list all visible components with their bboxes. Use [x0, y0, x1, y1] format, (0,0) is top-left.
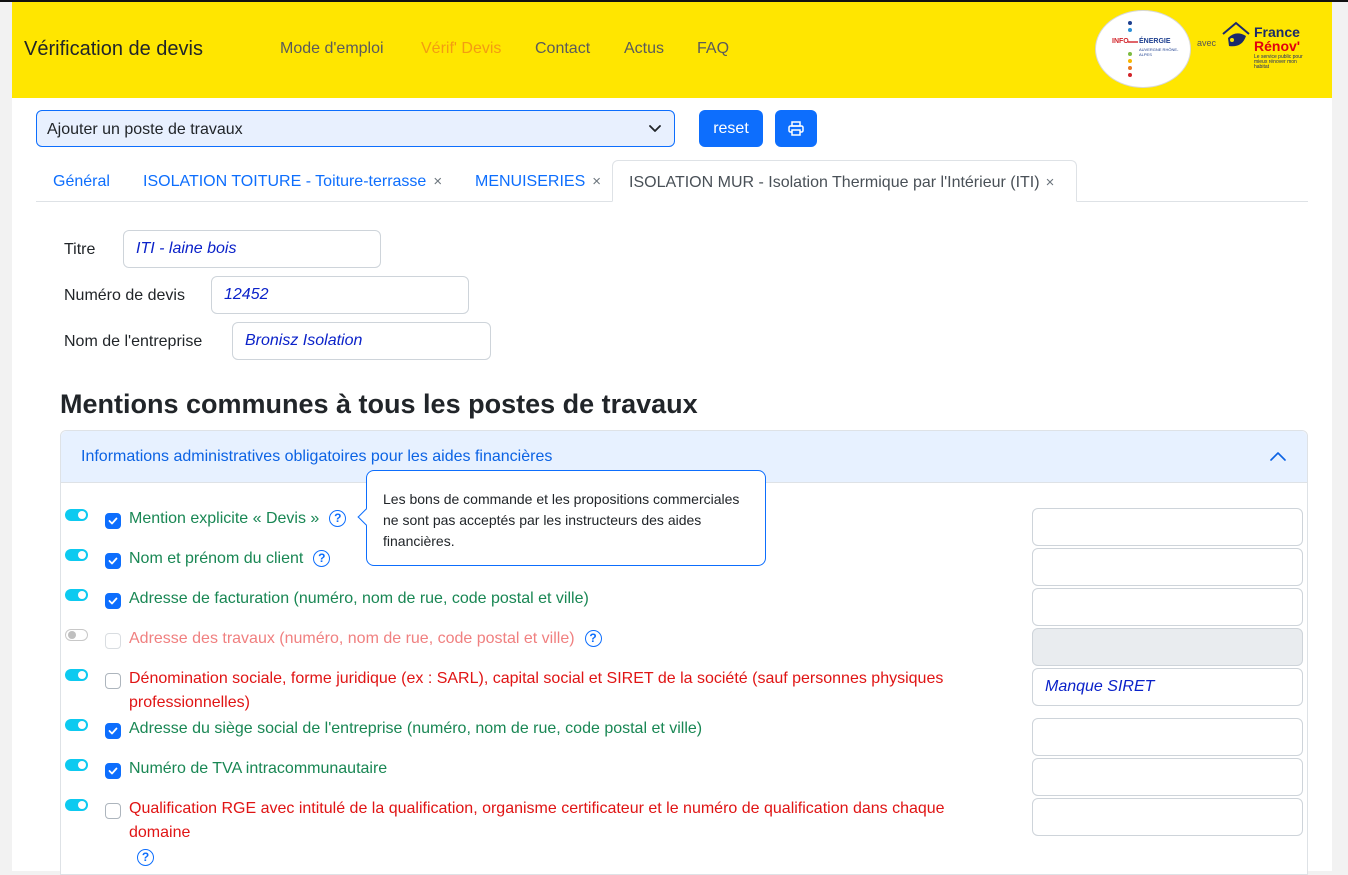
- mention-label: Mention explicite « Devis »: [129, 510, 320, 527]
- toggle-switch[interactable]: [65, 549, 88, 561]
- tab-general[interactable]: Général: [53, 173, 110, 191]
- help-tooltip: Les bons de commande et les propositions…: [357, 470, 766, 566]
- mention-label: Dénomination sociale, forme juridique (e…: [129, 670, 944, 711]
- tab-close-icon[interactable]: ×: [1046, 174, 1055, 191]
- chevron-up-icon: [1270, 452, 1286, 461]
- mention-label: Nom et prénom du client: [129, 550, 304, 567]
- select-value: Ajouter un poste de travaux: [47, 121, 243, 138]
- entreprise-label: Nom de l'entreprise: [64, 333, 203, 350]
- tab-close-icon[interactable]: ×: [592, 173, 601, 190]
- toggle-switch[interactable]: [65, 509, 88, 521]
- mention-checkbox[interactable]: [105, 593, 121, 609]
- page: Vérification de devis Mode d'emploi Véri…: [12, 2, 1332, 875]
- mention-comment-input[interactable]: [1032, 758, 1303, 796]
- mention-checkbox[interactable]: [105, 553, 121, 569]
- avec-label: avec: [1197, 38, 1217, 48]
- mention-label: Qualification RGE avec intitulé de la qu…: [129, 800, 945, 841]
- mention-label: Adresse des travaux (numéro, nom de rue,…: [129, 630, 575, 647]
- mention-comment-input[interactable]: [1032, 508, 1303, 546]
- add-work-item-select[interactable]: Ajouter un poste de travaux: [36, 110, 675, 147]
- navbar: Vérification de devis Mode d'emploi Véri…: [12, 2, 1332, 98]
- mention-label: Numéro de TVA intracommunautaire: [129, 760, 388, 777]
- tooltip-text: Les bons de commande et les propositions…: [383, 491, 740, 549]
- titre-input[interactable]: ITI - laine bois: [123, 230, 381, 268]
- help-icon[interactable]: ?: [137, 849, 154, 866]
- mention-checkbox[interactable]: [105, 803, 121, 819]
- toggle-switch[interactable]: [65, 629, 88, 641]
- mention-checkbox[interactable]: [105, 673, 121, 689]
- mention-comment-input: [1032, 628, 1303, 666]
- mention-label: Adresse du siège social de l'entreprise …: [129, 720, 703, 737]
- nav-link-mode-emploi[interactable]: Mode d'emploi: [280, 40, 384, 58]
- tab-close-icon[interactable]: ×: [433, 173, 442, 190]
- mention-checkbox[interactable]: [105, 513, 121, 529]
- help-icon[interactable]: ?: [584, 630, 602, 647]
- nav-link-faq[interactable]: FAQ: [697, 40, 729, 58]
- printer-icon: [788, 121, 804, 136]
- section-title: Mentions communes à tous les postes de t…: [60, 389, 698, 419]
- tab-isolation-toiture[interactable]: ISOLATION TOITURE - Toiture-terrasse ×: [143, 173, 442, 191]
- print-button[interactable]: [775, 110, 817, 147]
- toggle-switch[interactable]: [65, 759, 88, 771]
- tab-isolation-mur-active[interactable]: ISOLATION MUR - Isolation Thermique par …: [612, 160, 1077, 202]
- mention-label: Adresse de facturation (numéro, nom de r…: [129, 590, 589, 607]
- toggle-switch[interactable]: [65, 589, 88, 601]
- chevron-down-icon: [649, 125, 661, 132]
- mention-comment-input[interactable]: [1032, 718, 1303, 756]
- numero-devis-label: Numéro de devis: [64, 287, 185, 304]
- toggle-switch[interactable]: [65, 669, 88, 681]
- mention-comment-input[interactable]: Manque SIRET: [1032, 668, 1303, 706]
- nav-link-actus[interactable]: Actus: [624, 40, 664, 58]
- france-renov-logo[interactable]: France Rénov' Le service public pour mie…: [1220, 18, 1320, 78]
- tab-menuiseries[interactable]: MENUISERIES ×: [475, 173, 601, 191]
- accordion-title: Informations administratives obligatoire…: [81, 448, 553, 465]
- nav-link-contact[interactable]: Contact: [535, 40, 590, 58]
- mention-checkbox[interactable]: [105, 723, 121, 739]
- mention-comment-input[interactable]: [1032, 548, 1303, 586]
- info-energie-logo[interactable]: INFO ÉNERGIE AUVERGNE RHÔNE-ALPES: [1095, 10, 1191, 88]
- nav-link-verif-devis[interactable]: Vérif' Devis: [421, 40, 501, 58]
- entreprise-input[interactable]: Bronisz Isolation: [232, 322, 491, 360]
- mention-checkbox: [105, 633, 121, 649]
- numero-devis-input[interactable]: 12452: [211, 276, 469, 314]
- toggle-switch[interactable]: [65, 799, 88, 811]
- reset-button[interactable]: reset: [699, 110, 763, 147]
- help-icon[interactable]: ?: [329, 510, 347, 527]
- brand-title[interactable]: Vérification de devis: [24, 38, 203, 61]
- mention-comment-input[interactable]: [1032, 798, 1303, 836]
- mention-checkbox[interactable]: [105, 763, 121, 779]
- toggle-switch[interactable]: [65, 719, 88, 731]
- help-icon[interactable]: ?: [313, 550, 331, 567]
- mention-comment-input[interactable]: [1032, 588, 1303, 626]
- titre-label: Titre: [64, 241, 96, 258]
